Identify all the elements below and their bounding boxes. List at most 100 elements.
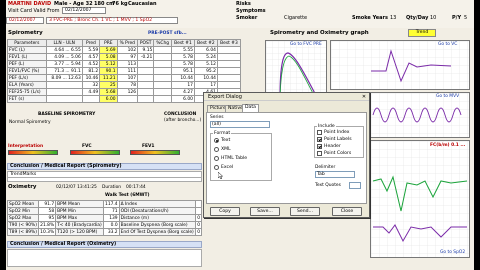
export-dialog-title: Export Dialog: [204, 93, 369, 101]
delimiter-select[interactable]: Tab: [315, 171, 355, 178]
oximetry-param-label: BPM Mean: [55, 200, 104, 208]
oximetry-param-label: Distance (m): [118, 214, 197, 222]
copy-button[interactable]: Copy: [210, 207, 240, 216]
table-cell: [137, 88, 155, 96]
go-to-vc-link[interactable]: Go to VC: [438, 42, 457, 47]
table-cell: 5.55: [170, 46, 195, 54]
col-header: Best #3: [216, 39, 242, 47]
format-html-option[interactable]: HTML Table: [214, 156, 247, 161]
oximetry-param-label: T89 (< 89%): [6, 228, 40, 236]
table-cell: 4.52: [81, 60, 101, 68]
table-cell: [216, 53, 242, 61]
table-cell: 111: [116, 67, 139, 75]
trendmarks-field[interactable]: TrendMarks: [7, 171, 202, 178]
checkbox-icon[interactable]: [317, 151, 322, 156]
table-row[interactable]: PEF (L) 3.77 ... 5.94 4.52 5.12 113 5.78 5.12: [7, 60, 242, 68]
table-row[interactable]: PEF (L/s) 8.09 ... 12.63 10.46 11.21 107 10.4…: [7, 74, 242, 82]
table-cell: 5.78: [170, 53, 195, 61]
table-cell: 10.44: [193, 74, 218, 82]
oximetry-param-label: Δ Index: [118, 200, 197, 208]
radio-icon[interactable]: [214, 147, 219, 152]
close-icon[interactable]: ✕: [361, 94, 367, 100]
session-date[interactable]: 02/12/2007: [6, 17, 44, 24]
checkbox-icon[interactable]: [317, 137, 322, 142]
risks-label[interactable]: Risks: [236, 1, 251, 7]
table-row[interactable]: FEV1 (L) 4.09 ... 5.06 4.57 5.08 97 -0.21 5.78…: [7, 53, 242, 61]
table-cell: 95.1: [170, 67, 195, 75]
table-cell: [153, 95, 172, 103]
format-excel-option[interactable]: Excel: [214, 165, 233, 170]
qty-value[interactable]: 10: [430, 15, 436, 21]
include-header[interactable]: Header: [317, 144, 341, 149]
radio-icon[interactable]: [214, 156, 219, 161]
format-label: Format: [213, 131, 232, 136]
col-header: PRE: [99, 39, 118, 47]
include-point-colors[interactable]: Point Colors: [317, 151, 351, 156]
include-option-label: Point Index: [324, 130, 350, 135]
oximetry-param-label: BPM Min: [55, 207, 104, 215]
smoke-years-label: Smoke Years: [352, 15, 388, 21]
baseline-spirometry-value: Normal Spirometry: [9, 120, 51, 125]
table-cell: 5.08: [99, 53, 118, 61]
include-point-index[interactable]: Point Index: [317, 130, 350, 135]
export-dialog: Export Dialog ✕ Picture Native Data Seri…: [203, 92, 370, 218]
table-cell: 3.77 ... 5.94: [45, 60, 83, 68]
patient-name[interactable]: MARTINI DAVID: [8, 1, 51, 7]
oximetry-param-label: SpO2 Max: [6, 214, 40, 222]
oximetry-conclusion-textarea[interactable]: [7, 249, 202, 267]
format-option-label: Excel: [221, 165, 234, 170]
table-cell: [153, 46, 172, 54]
send-button[interactable]: Send...: [290, 207, 320, 216]
conclusion-oximetry-header: Conclusion / Medical Report (Oximetry): [7, 241, 202, 248]
table-row[interactable]: FEV1/FVC (%) 71.3 ... 91.1 81.2 90.1 111 95.1…: [7, 67, 242, 75]
oximetry-param-label: T120 (> 120 BPM): [55, 228, 104, 236]
text-quotes-input[interactable]: [349, 182, 361, 189]
trend-button[interactable]: Trend: [408, 29, 436, 37]
table-cell: [153, 74, 172, 82]
parameter-name: PEF (L/s): [7, 74, 47, 82]
prepost-label[interactable]: PRE-POST sfb...: [148, 31, 187, 36]
table-row[interactable]: ELA (Years) 32 25 78 17 17: [7, 81, 242, 89]
save-button[interactable]: Save...: [250, 207, 280, 216]
session-test-selector[interactable]: 3 FVC-PRE ; Bronc Ch. 1 VC ; 1 MVV ; 1 S…: [46, 17, 178, 24]
parameter-name: FEV1/FVC (%): [7, 67, 47, 75]
col-header: Pred: [81, 39, 101, 47]
series-select[interactable]: (all): [210, 121, 270, 128]
go-to-mvv-link[interactable]: Go to MVV: [436, 94, 459, 99]
oximetry-param-value: [195, 207, 202, 215]
py-value[interactable]: 5: [464, 15, 467, 21]
format-xml-option[interactable]: XML: [214, 147, 231, 152]
table-cell: [81, 95, 101, 103]
table-cell: [45, 81, 83, 89]
smoker-value[interactable]: Cigarette: [284, 15, 307, 21]
checkbox-icon[interactable]: [317, 130, 322, 135]
radio-icon[interactable]: [214, 165, 219, 170]
oximetry-param-value: 91.7: [38, 200, 57, 208]
col-header: Best #2: [193, 39, 218, 47]
parameter-name: PEF (L): [7, 60, 47, 68]
right-black-border: [474, 0, 480, 270]
symptoms-label[interactable]: Symptoms: [236, 8, 266, 14]
go-to-fvc-link[interactable]: Go to FVC PRE: [290, 42, 322, 47]
duration-label: Duration: [102, 185, 122, 190]
table-cell: 107: [116, 74, 139, 82]
close-button[interactable]: Close: [332, 207, 362, 216]
include-option-label: Point Labels: [324, 137, 352, 142]
visit-card-label: Visit Card Valid From: [8, 8, 60, 14]
radio-icon[interactable]: [214, 138, 219, 143]
oximetry-param-label: BPM Max: [55, 214, 104, 222]
oximetry-param-value: 139: [102, 214, 120, 222]
table-cell: 5.12: [99, 60, 118, 68]
smoke-years-value[interactable]: 13: [390, 15, 396, 21]
table-row[interactable]: FVC (L) 4.64 ... 6.55 5.59 5.69 102 9.15 5.55 6…: [7, 46, 242, 54]
conclusion-textarea[interactable]: [7, 178, 202, 182]
visit-card-date[interactable]: 02/12/2007: [62, 7, 106, 14]
include-point-labels[interactable]: Point Labels: [317, 137, 352, 142]
table-cell: [116, 95, 139, 103]
go-to-spo2-link[interactable]: Go to SpO2: [440, 250, 465, 255]
format-text-option[interactable]: Text: [214, 138, 230, 143]
tab-data[interactable]: Data: [242, 104, 259, 112]
table-cell: 95.2: [193, 67, 218, 75]
oximetry-param-value: 21.8%: [38, 221, 57, 229]
checkbox-icon[interactable]: [317, 144, 322, 149]
